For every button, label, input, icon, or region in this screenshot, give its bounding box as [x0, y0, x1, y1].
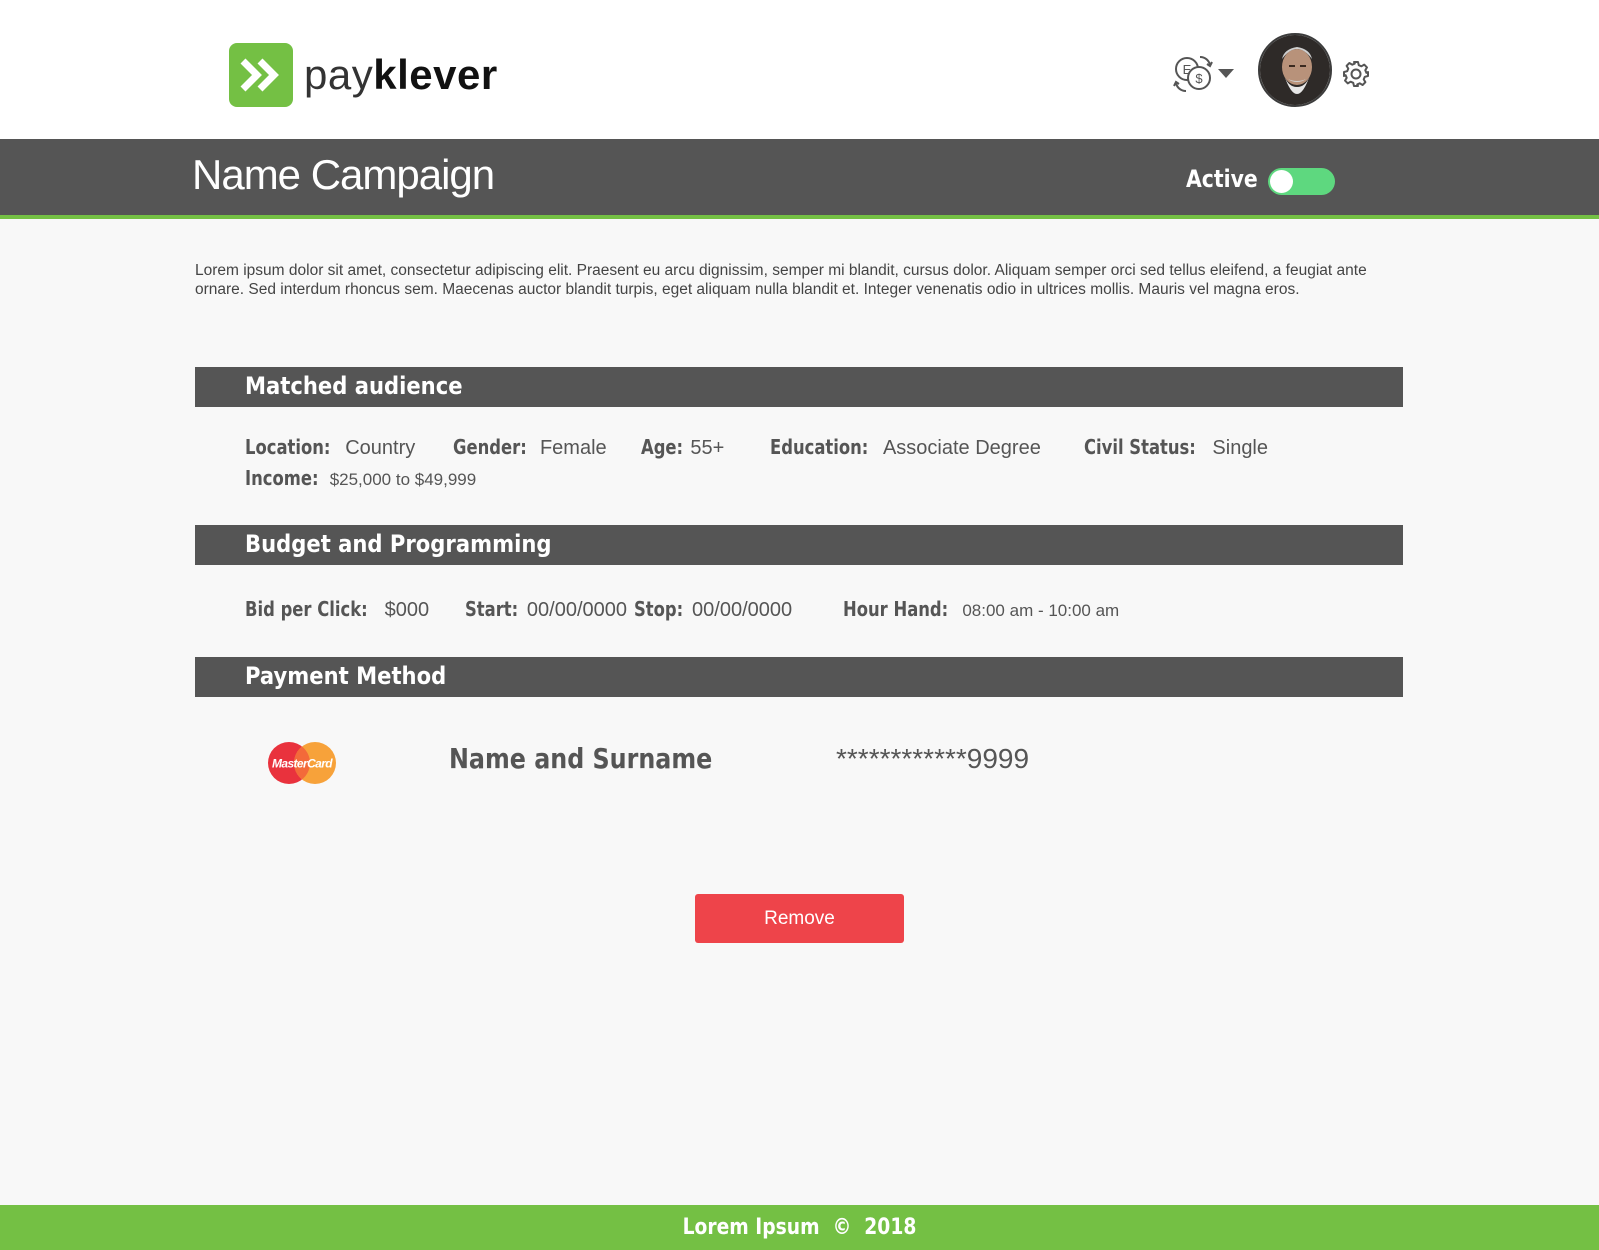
card-holder-name: Name and Surname [449, 742, 713, 775]
hour-hand-value: 08:00 am - 10:00 am [962, 601, 1120, 620]
education-label: Education: [770, 435, 869, 459]
education-field: Education: Associate Degree [770, 435, 1084, 460]
currency-exchange-icon: E $ [1173, 55, 1213, 93]
civil-status-label: Civil Status: [1084, 435, 1196, 459]
footer: Lorem Ipsum © 2018 [0, 1205, 1599, 1250]
active-toggle[interactable] [1268, 168, 1335, 195]
campaign-description: Lorem ipsum dolor sit amet, consectetur … [195, 262, 1367, 298]
income-label: Income: [245, 466, 319, 490]
section-title: Budget and Programming [245, 530, 552, 558]
budget-row: Bid per Click: $000 Start: 00/00/0000 St… [245, 597, 1119, 622]
audience-row-1: Location: Country Gender: Female Age: 55… [245, 435, 1268, 460]
location-label: Location: [245, 435, 331, 459]
location-value: Country [345, 437, 416, 459]
svg-text:MasterCard: MasterCard [272, 757, 333, 771]
stop-value: 00/00/0000 [692, 599, 793, 621]
location-field: Location: Country [245, 435, 453, 460]
age-field: Age: 55+ [641, 435, 770, 460]
audience-row-2: Income: $25,000 to $49,999 [245, 466, 476, 490]
toggle-knob [1270, 170, 1293, 193]
income-value: $25,000 to $49,999 [329, 470, 477, 489]
section-title: Payment Method [245, 662, 447, 690]
age-value: 55+ [690, 437, 725, 459]
start-value: 00/00/0000 [526, 599, 627, 621]
page-title: Name Campaign [192, 151, 495, 198]
section-header-payment: Payment Method [195, 657, 1403, 697]
gender-label: Gender: [453, 435, 527, 459]
section-header-audience: Matched audience [195, 367, 1403, 407]
age-label: Age: [641, 435, 684, 459]
civil-status-field: Civil Status: Single [1084, 435, 1268, 460]
brand-logo[interactable]: payklever [229, 43, 498, 107]
brand-name-bold: klever [373, 51, 498, 98]
remove-button[interactable]: Remove [695, 894, 904, 943]
top-bar: payklever E $ [0, 0, 1599, 139]
gender-value: Female [539, 437, 607, 459]
language-currency-selector[interactable]: E $ [1172, 53, 1234, 95]
section-header-budget: Budget and Programming [195, 525, 1403, 565]
status-label: Active [1186, 165, 1258, 193]
income-field: Income: $25,000 to $49,999 [245, 466, 476, 490]
bid-label: Bid per Click: [245, 597, 368, 621]
chevron-down-icon [1218, 69, 1234, 78]
svg-text:$: $ [1195, 71, 1203, 86]
gender-field: Gender: Female [453, 435, 641, 460]
start-label: Start: [465, 597, 519, 621]
logo-chevrons-icon [229, 43, 293, 107]
stop-field: Stop: 00/00/0000 [634, 597, 843, 622]
civil-status-value: Single [1212, 437, 1269, 459]
brand-name: payklever [304, 51, 498, 99]
gear-icon[interactable] [1342, 60, 1370, 88]
bid-field: Bid per Click: $000 [245, 597, 465, 622]
section-title: Matched audience [245, 372, 463, 400]
user-avatar[interactable] [1258, 33, 1332, 107]
education-value: Associate Degree [882, 437, 1041, 459]
hour-hand-label: Hour Hand: [843, 597, 949, 621]
mastercard-logo: MasterCard [268, 742, 336, 784]
footer-text: Lorem Ipsum © 2018 [682, 1215, 917, 1240]
stop-label: Stop: [634, 597, 684, 621]
bid-value: $000 [384, 599, 430, 621]
hour-hand-field: Hour Hand: 08:00 am - 10:00 am [843, 597, 1119, 621]
brand-name-light: pay [304, 51, 374, 98]
card-number: ************9999 [836, 743, 1030, 774]
start-field: Start: 00/00/0000 [465, 597, 627, 622]
